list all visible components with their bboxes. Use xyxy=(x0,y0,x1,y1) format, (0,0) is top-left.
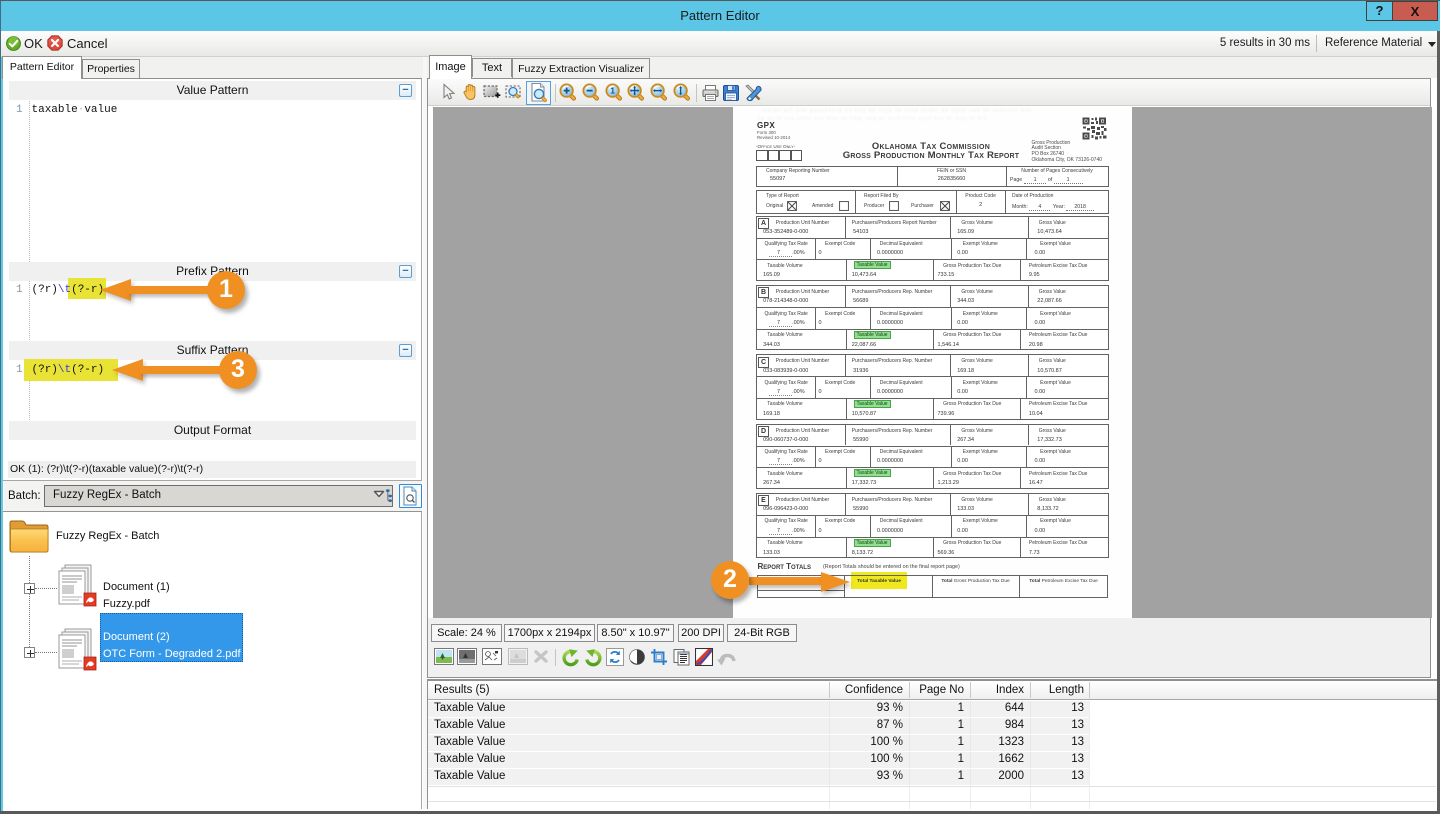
svg-text:1: 1 xyxy=(610,86,615,96)
